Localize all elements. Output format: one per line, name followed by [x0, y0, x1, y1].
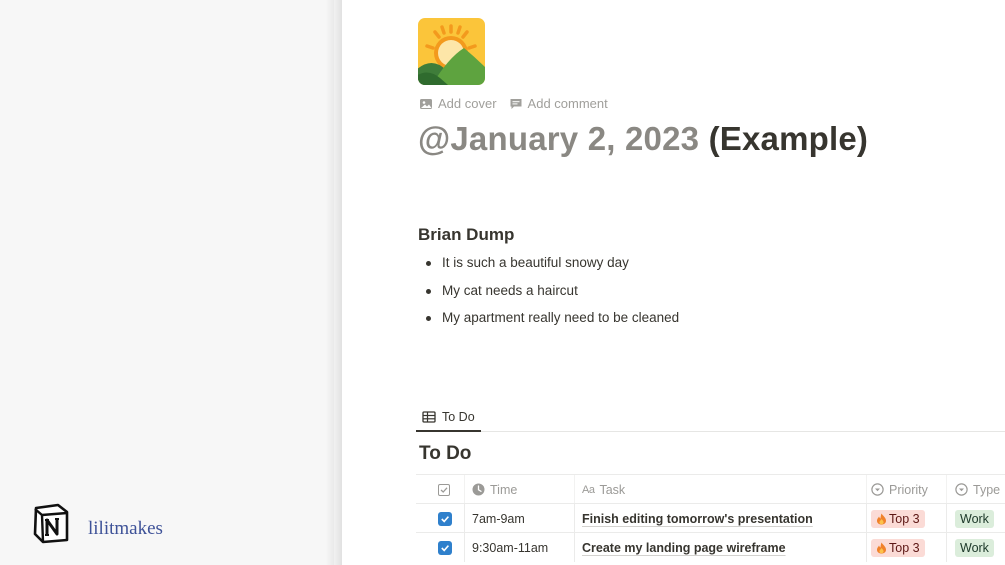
task-cell[interactable]: Create my landing page wireframe	[574, 533, 866, 562]
table-header-row: Time Aa Task Priority Type	[416, 474, 1005, 504]
done-cell[interactable]	[438, 504, 466, 533]
add-comment-label: Add comment	[527, 96, 608, 111]
table-icon	[422, 410, 436, 423]
select-property-icon	[871, 483, 884, 496]
brain-dump-heading: Brian Dump	[418, 225, 515, 244]
header-type[interactable]: Type	[946, 475, 1005, 504]
list-item: My cat needs a haircut	[426, 282, 679, 310]
header-time[interactable]: Time	[464, 475, 574, 504]
panel-shadow	[326, 0, 342, 565]
todo-table: Time Aa Task Priority Type 7am-9am Finis…	[416, 474, 1005, 562]
type-tag: Work	[955, 538, 994, 557]
image-icon	[420, 98, 432, 109]
priority-label: Top 3	[889, 511, 920, 526]
add-comment-button[interactable]: Add comment	[509, 96, 608, 111]
database-view-tabs: To Do	[416, 403, 1005, 432]
header-task[interactable]: Aa Task	[574, 475, 866, 504]
task-cell[interactable]: Finish editing tomorrow's presentation	[574, 504, 866, 533]
add-cover-button[interactable]: Add cover	[419, 96, 497, 111]
priority-label: Top 3	[889, 540, 920, 555]
task-title[interactable]: Create my landing page wireframe	[582, 541, 786, 555]
header-task-label: Task	[599, 482, 626, 497]
comment-icon	[510, 98, 522, 109]
list-item: My apartment really need to be cleaned	[426, 309, 679, 337]
time-cell[interactable]: 7am-9am	[464, 504, 574, 533]
header-priority-label: Priority	[889, 482, 928, 497]
brand-name: lilitmakes	[88, 518, 163, 539]
page-title[interactable]: @January 2, 2023 (Example)	[418, 120, 868, 158]
select-property-icon	[955, 483, 968, 496]
priority-cell[interactable]: Top 3	[866, 533, 946, 562]
task-title[interactable]: Finish editing tomorrow's presentation	[582, 512, 813, 526]
header-priority[interactable]: Priority	[866, 475, 946, 504]
type-cell[interactable]: Work	[946, 533, 1005, 562]
notion-page: Add cover Add comment @January 2, 2023 (…	[342, 0, 1005, 565]
checked-checkbox[interactable]	[438, 540, 452, 555]
text-property-icon: Aa	[582, 483, 595, 496]
tab-to-do-table[interactable]: To Do	[416, 403, 481, 432]
brand: lilitmakes	[30, 502, 163, 544]
fire-icon	[877, 513, 886, 525]
checked-checkbox[interactable]	[438, 511, 452, 526]
priority-tag: Top 3	[871, 509, 925, 528]
header-type-label: Type	[973, 482, 1001, 497]
brain-dump-list: It is such a beautiful snowy day My cat …	[426, 254, 679, 337]
table-row[interactable]: 7am-9am Finish editing tomorrow's presen…	[416, 503, 1005, 533]
priority-cell[interactable]: Top 3	[866, 504, 946, 533]
header-time-label: Time	[490, 482, 518, 497]
add-cover-label: Add cover	[438, 96, 497, 111]
database-title[interactable]: To Do	[419, 443, 471, 465]
type-cell[interactable]: Work	[946, 504, 1005, 533]
notion-logo-icon	[33, 503, 69, 544]
page-meta-actions: Add cover Add comment	[419, 96, 608, 111]
time-cell[interactable]: 9:30am-11am	[464, 533, 574, 562]
priority-tag: Top 3	[871, 538, 925, 557]
header-done[interactable]	[438, 475, 466, 504]
list-item: It is such a beautiful snowy day	[426, 254, 679, 282]
type-tag: Work	[955, 509, 994, 528]
tab-label: To Do	[442, 409, 475, 424]
checkbox-icon	[438, 483, 450, 496]
done-cell[interactable]	[438, 533, 466, 562]
fire-icon	[877, 542, 886, 554]
left-panel: lilitmakes	[0, 0, 334, 565]
date-mention[interactable]: @January 2, 2023	[418, 120, 699, 157]
clock-icon	[472, 483, 485, 496]
page-title-suffix: (Example)	[708, 120, 869, 157]
sunrise-mountains-icon[interactable]	[418, 18, 485, 85]
table-row[interactable]: 9:30am-11am Create my landing page wiref…	[416, 532, 1005, 562]
